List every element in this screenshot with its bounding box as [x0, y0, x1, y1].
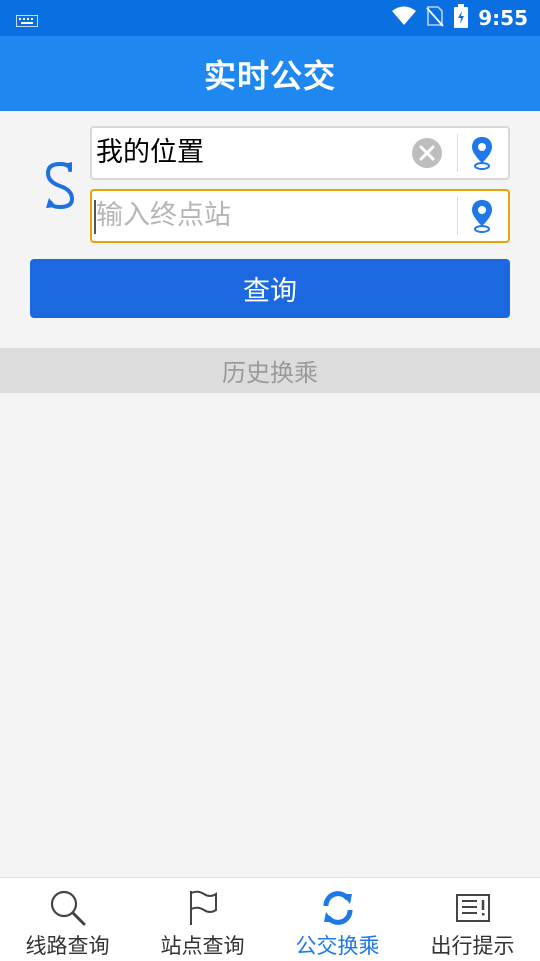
nav-item-label: 线路查询	[25, 934, 110, 958]
location-pin-icon[interactable]	[470, 199, 494, 233]
location-pin-icon[interactable]	[470, 136, 494, 170]
nav-item-label: 公交换乘	[295, 934, 380, 958]
no-sim-icon	[426, 5, 444, 31]
clock-time: 9:55	[478, 6, 528, 30]
nav-item-travel-tips[interactable]: 出行提示	[405, 878, 540, 961]
clear-icon[interactable]	[412, 138, 442, 168]
swap-stations-button[interactable]	[38, 158, 82, 214]
nav-item-station-query[interactable]: 站点查询	[135, 878, 270, 961]
query-button[interactable]: 查询	[30, 259, 510, 318]
end-station-placeholder[interactable]: 输入终点站	[96, 191, 231, 241]
swap-icon	[318, 888, 358, 928]
swap-arrows-icon	[45, 161, 75, 210]
nav-item-label: 站点查询	[160, 934, 245, 958]
start-station-field[interactable]: 我的位置	[90, 126, 510, 180]
nav-item-transfer[interactable]: 公交换乘	[270, 878, 405, 961]
history-section-header: 历史换乘	[0, 348, 540, 393]
nav-item-label: 出行提示	[430, 934, 515, 958]
search-icon	[48, 888, 88, 928]
nav-item-line-query[interactable]: 线路查询	[0, 878, 135, 961]
page-title: 实时公交	[203, 56, 336, 95]
end-station-field[interactable]: 输入终点站	[90, 189, 510, 243]
history-label: 历史换乘	[222, 359, 318, 387]
app-header: 实时公交	[0, 36, 540, 111]
notice-icon	[453, 888, 493, 928]
bottom-nav: 线路查询 站点查询 公交换乘 出行提示	[0, 877, 540, 961]
battery-icon	[454, 4, 469, 32]
keyboard-icon	[15, 12, 39, 31]
status-bar: 9:55	[0, 0, 540, 36]
query-button-label: 查询	[243, 276, 297, 307]
field-divider	[457, 197, 458, 235]
wifi-icon	[392, 6, 417, 30]
start-station-value[interactable]: 我的位置	[96, 128, 204, 178]
flag-icon	[183, 888, 223, 928]
field-divider	[457, 134, 458, 172]
